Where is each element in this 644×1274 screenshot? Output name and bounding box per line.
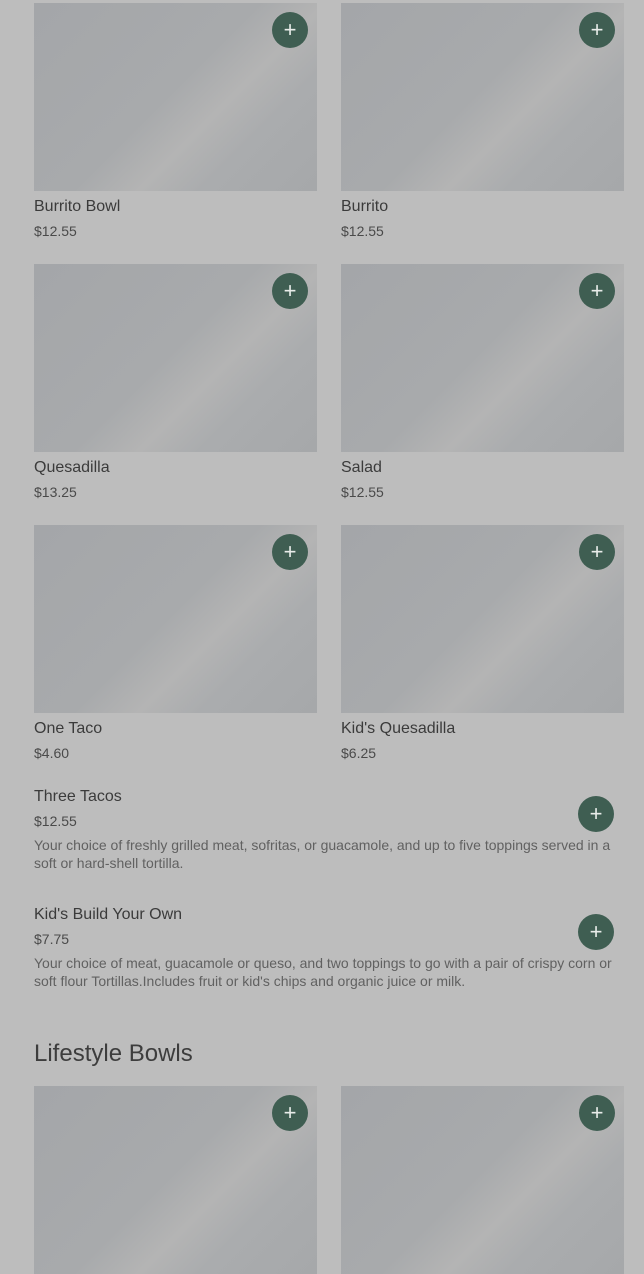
menu-list-item[interactable]: Kid's Build Your Own $7.75 Your choice o… bbox=[34, 906, 616, 990]
menu-item-price: $13.25 bbox=[34, 484, 77, 500]
menu-item-price: $12.55 bbox=[341, 484, 384, 500]
plus-icon: + bbox=[589, 801, 603, 826]
plus-icon: + bbox=[283, 17, 297, 42]
menu-item-card[interactable]: + bbox=[34, 1086, 317, 1274]
menu-item-card[interactable]: + bbox=[341, 1086, 624, 1274]
menu-grid-row-2: + Quesadilla $13.25 + Salad $12.55 bbox=[34, 264, 624, 500]
menu-item-image[interactable]: + bbox=[341, 1086, 624, 1274]
add-item-button[interactable]: + bbox=[579, 534, 615, 570]
menu-grid-row-lifestyle: + + bbox=[34, 1086, 624, 1274]
menu-item-name: Kid's Build Your Own bbox=[34, 906, 183, 923]
menu-item-price: $6.25 bbox=[341, 745, 377, 761]
menu-item-name: One Taco bbox=[34, 720, 103, 737]
menu-item-name: Kid's Quesadilla bbox=[341, 720, 456, 737]
menu-item-card[interactable]: + Quesadilla $13.25 bbox=[34, 264, 317, 500]
menu-item-image[interactable]: + bbox=[341, 264, 624, 452]
menu-item-price: $4.60 bbox=[34, 745, 70, 761]
add-item-button[interactable]: + bbox=[578, 914, 614, 950]
menu-item-card[interactable]: + Salad $12.55 bbox=[341, 264, 624, 500]
add-item-button[interactable]: + bbox=[272, 12, 308, 48]
menu-item-price: $12.55 bbox=[34, 223, 77, 239]
menu-item-price: $7.75 bbox=[34, 931, 70, 947]
menu-item-image[interactable]: + bbox=[341, 3, 624, 191]
menu-item-image[interactable]: + bbox=[34, 525, 317, 713]
menu-grid-row-1: + Burrito Bowl $12.55 + Burrito $12.55 bbox=[34, 3, 624, 239]
section-title: Lifestyle Bowls bbox=[34, 1040, 193, 1067]
add-item-button[interactable]: + bbox=[272, 273, 308, 309]
menu-item-description: Your choice of meat, guacamole or queso,… bbox=[34, 955, 612, 989]
add-item-button[interactable]: + bbox=[578, 796, 614, 832]
menu-item-image[interactable]: + bbox=[34, 264, 317, 452]
add-item-button[interactable]: + bbox=[272, 1095, 308, 1131]
menu-item-price: $12.55 bbox=[341, 223, 384, 239]
menu-item-name: Three Tacos bbox=[34, 788, 122, 805]
menu-item-name: Burrito bbox=[341, 198, 389, 215]
add-item-button[interactable]: + bbox=[579, 12, 615, 48]
menu-item-description: Your choice of freshly grilled meat, sof… bbox=[34, 837, 611, 871]
menu-list-item[interactable]: Three Tacos $12.55 Your choice of freshl… bbox=[34, 788, 616, 872]
add-item-button[interactable]: + bbox=[579, 1095, 615, 1131]
plus-icon: + bbox=[283, 539, 297, 564]
menu-item-card[interactable]: + Kid's Quesadilla $6.25 bbox=[341, 525, 624, 761]
menu-item-image[interactable]: + bbox=[341, 525, 624, 713]
add-item-button[interactable]: + bbox=[272, 534, 308, 570]
menu-grid-row-3: + One Taco $4.60 + Kid's Quesadilla $6.2… bbox=[34, 525, 624, 761]
plus-icon: + bbox=[590, 17, 604, 42]
plus-icon: + bbox=[590, 278, 604, 303]
plus-icon: + bbox=[589, 919, 603, 944]
plus-icon: + bbox=[590, 539, 604, 564]
plus-icon: + bbox=[283, 1100, 297, 1125]
menu-item-card[interactable]: + One Taco $4.60 bbox=[34, 525, 317, 761]
menu-item-name: Burrito Bowl bbox=[34, 198, 121, 215]
menu-item-name: Salad bbox=[341, 459, 382, 476]
plus-icon: + bbox=[590, 1100, 604, 1125]
menu-item-image[interactable]: + bbox=[34, 3, 317, 191]
menu-item-image[interactable]: + bbox=[34, 1086, 317, 1274]
add-item-button[interactable]: + bbox=[579, 273, 615, 309]
menu-item-price: $12.55 bbox=[34, 813, 77, 829]
menu-item-card[interactable]: + Burrito $12.55 bbox=[341, 3, 624, 239]
menu-item-name: Quesadilla bbox=[34, 459, 110, 476]
menu-item-card[interactable]: + Burrito Bowl $12.55 bbox=[34, 3, 317, 239]
plus-icon: + bbox=[283, 278, 297, 303]
